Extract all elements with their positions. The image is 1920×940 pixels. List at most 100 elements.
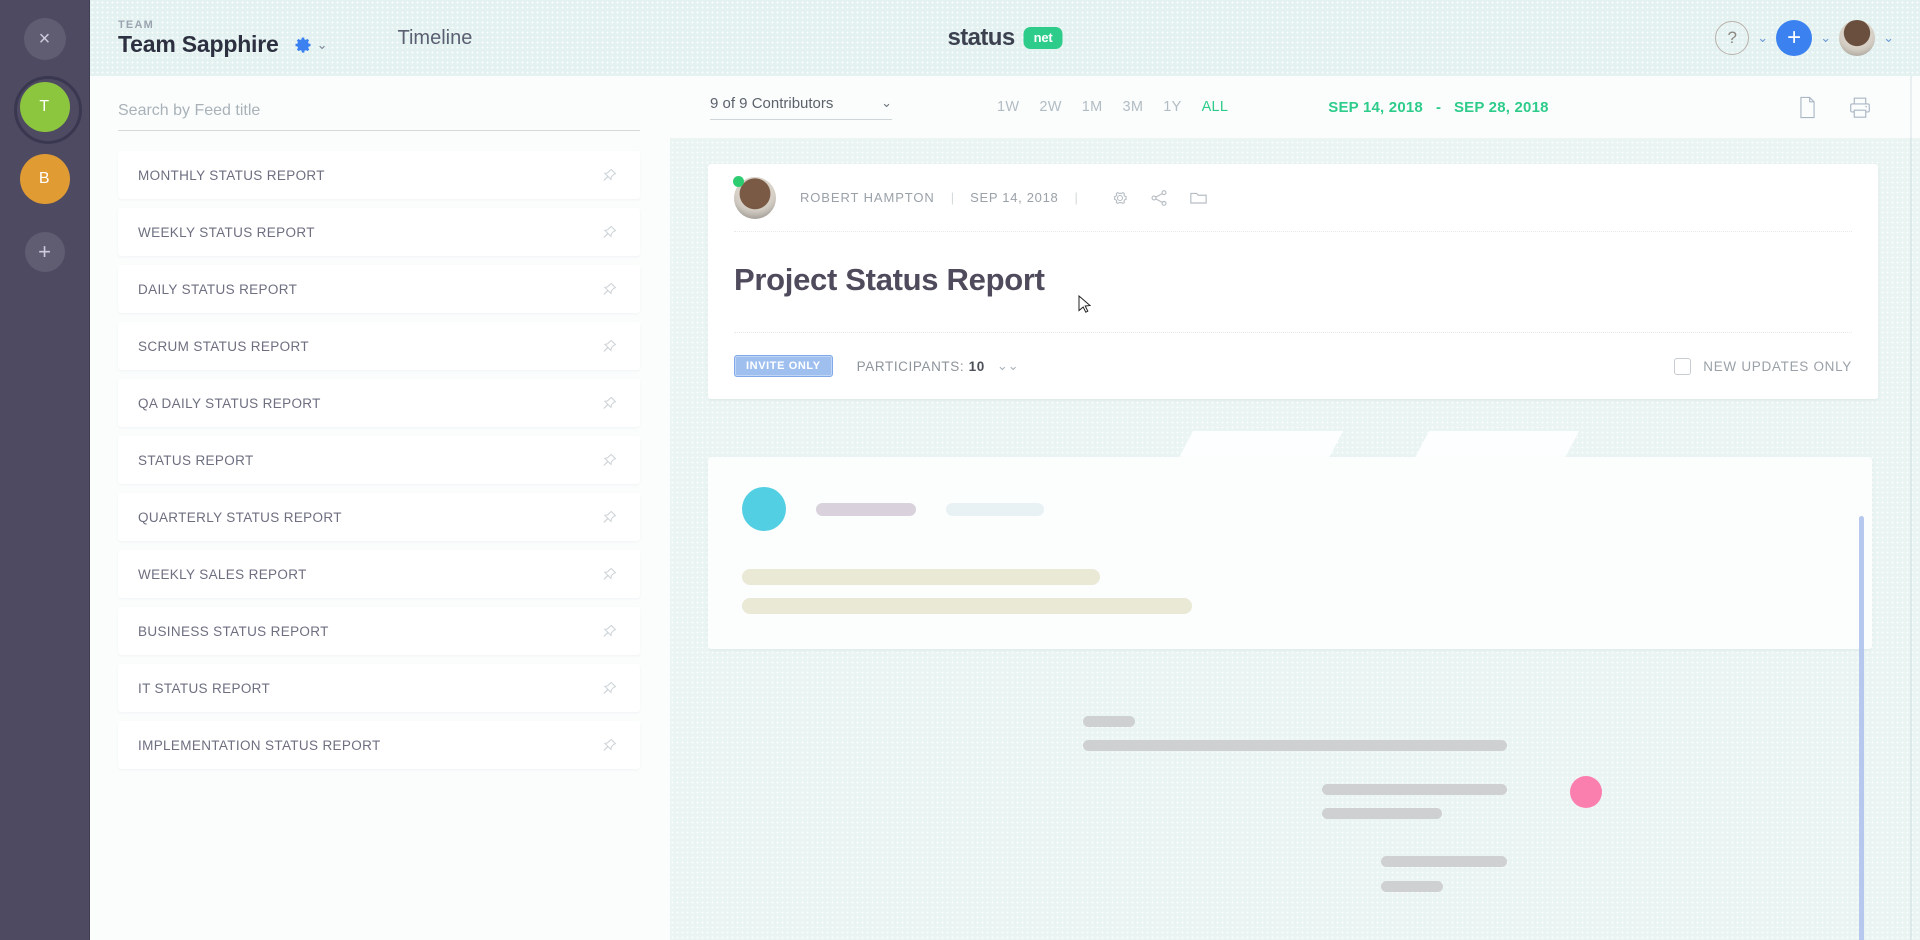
post-date: SEP 14, 2018 — [970, 190, 1058, 205]
pin-icon[interactable] — [601, 281, 618, 298]
top-right-actions: ? ⌄ + ⌄ ⌄ — [1715, 20, 1894, 56]
skeleton-header-row — [742, 487, 1838, 531]
scrollbar-track — [1910, 76, 1912, 940]
team-avatar-t[interactable]: T — [20, 82, 70, 132]
participants-expand-icon[interactable]: ⌄⌄ — [997, 358, 1019, 374]
search-input[interactable] — [118, 98, 640, 131]
range-tab-1m[interactable]: 1M — [1082, 99, 1103, 115]
team-avatar-t-initial: T — [20, 82, 70, 132]
invite-only-badge[interactable]: INVITE ONLY — [734, 355, 833, 377]
pin-icon[interactable] — [601, 338, 618, 355]
feed-list-item[interactable]: QA DAILY STATUS REPORT — [118, 379, 640, 427]
user-chevron-down-icon[interactable]: ⌄ — [1883, 30, 1894, 46]
date-range-dash: - — [1436, 99, 1441, 116]
skeleton-bar — [1083, 740, 1507, 751]
app-logo: status net — [948, 24, 1063, 52]
feed-list-item[interactable]: SCRUM STATUS REPORT — [118, 322, 640, 370]
pin-icon[interactable] — [601, 224, 618, 241]
loading-skeleton-card — [708, 457, 1872, 649]
skeleton-bar — [1322, 784, 1507, 795]
feed-list: MONTHLY STATUS REPORT WEEKLY STATUS REPO… — [90, 151, 670, 769]
skeleton-bar — [816, 503, 916, 516]
skeleton-bar — [1322, 808, 1442, 819]
help-chevron-down-icon[interactable]: ⌄ — [1757, 30, 1768, 46]
contributors-select[interactable]: 9 of 9 Contributors ⌄ — [710, 95, 892, 120]
pin-icon[interactable] — [601, 737, 618, 754]
online-status-icon — [733, 176, 744, 187]
feed-list-item[interactable]: IT STATUS REPORT — [118, 664, 640, 712]
settings-gear-icon[interactable] — [1110, 188, 1130, 208]
feed-list-item[interactable]: IMPLEMENTATION STATUS REPORT — [118, 721, 640, 769]
print-icon[interactable] — [1848, 96, 1872, 119]
participants-text: PARTICIPANTS: — [857, 359, 965, 374]
range-tab-3m[interactable]: 3M — [1122, 99, 1143, 115]
range-tab-1y[interactable]: 1Y — [1163, 99, 1181, 115]
nav-timeline[interactable]: Timeline — [398, 27, 473, 50]
skeleton-bar — [1381, 881, 1443, 892]
feed-list-item[interactable]: BUSINESS STATUS REPORT — [118, 607, 640, 655]
team-eyebrow-label: TEAM — [118, 19, 279, 31]
range-tab-1w[interactable]: 1W — [997, 99, 1019, 115]
feed-list-item[interactable]: DAILY STATUS REPORT — [118, 265, 640, 313]
author-avatar[interactable] — [734, 177, 776, 219]
close-icon[interactable]: × — [24, 18, 66, 60]
feed-item-title: SCRUM STATUS REPORT — [138, 339, 309, 354]
meta-separator: | — [951, 190, 954, 205]
app-root: × T B + TEAM Team Sapphire ⌄ Timeline — [0, 0, 1920, 940]
main-content: 9 of 9 Contributors ⌄ 1W 2W 1M 3M 1Y ALL… — [670, 76, 1920, 940]
skeleton-avatar — [742, 487, 786, 531]
feed-list-item[interactable]: QUARTERLY STATUS REPORT — [118, 493, 640, 541]
export-document-icon[interactable] — [1797, 96, 1818, 119]
pin-icon[interactable] — [601, 509, 618, 526]
new-updates-only-toggle[interactable]: NEW UPDATES ONLY — [1674, 358, 1852, 375]
skeleton-bar — [742, 598, 1192, 614]
create-chevron-down-icon[interactable]: ⌄ — [1820, 30, 1831, 46]
team-name: Team Sapphire — [118, 31, 279, 58]
team-avatar-b[interactable]: B — [20, 154, 70, 204]
feed-item-title: DAILY STATUS REPORT — [138, 282, 297, 297]
user-avatar[interactable] — [1839, 20, 1875, 56]
left-rail: × T B + — [0, 0, 90, 940]
top-bar: TEAM Team Sapphire ⌄ Timeline status net… — [90, 0, 1920, 76]
team-block: TEAM Team Sapphire ⌄ — [118, 19, 328, 58]
add-team-button[interactable]: + — [25, 232, 65, 272]
pin-icon[interactable] — [601, 680, 618, 697]
range-tabs: 1W 2W 1M 3M 1Y ALL — [997, 99, 1228, 115]
date-to[interactable]: SEP 28, 2018 — [1454, 99, 1549, 116]
range-tab-2w[interactable]: 2W — [1039, 99, 1061, 115]
logo-wordmark: status — [948, 24, 1015, 52]
post-title: Project Status Report — [734, 232, 1852, 333]
help-icon[interactable]: ? — [1715, 21, 1749, 55]
range-tab-all[interactable]: ALL — [1202, 99, 1229, 115]
feed-list-item[interactable]: WEEKLY STATUS REPORT — [118, 208, 640, 256]
folder-icon[interactable] — [1188, 188, 1209, 208]
date-from[interactable]: SEP 14, 2018 — [1328, 99, 1423, 116]
feed-item-title: QA DAILY STATUS REPORT — [138, 396, 321, 411]
feed-pane: MONTHLY STATUS REPORT WEEKLY STATUS REPO… — [90, 76, 670, 940]
pin-icon[interactable] — [601, 167, 618, 184]
pin-icon[interactable] — [601, 623, 618, 640]
logo-badge: net — [1024, 27, 1063, 49]
share-icon[interactable] — [1149, 188, 1169, 208]
chevron-down-icon: ⌄ — [881, 95, 892, 111]
pin-icon[interactable] — [601, 395, 618, 412]
pin-icon[interactable] — [601, 566, 618, 583]
feed-item-title: WEEKLY STATUS REPORT — [138, 225, 315, 240]
team-chevron-down-icon[interactable]: ⌄ — [317, 37, 328, 53]
new-updates-checkbox[interactable] — [1674, 358, 1691, 375]
feed-list-item[interactable]: MONTHLY STATUS REPORT — [118, 151, 640, 199]
pin-icon[interactable] — [601, 452, 618, 469]
skeleton-bar — [1083, 716, 1135, 727]
create-new-button[interactable]: + — [1776, 20, 1812, 56]
author-name: ROBERT HAMPTON — [800, 190, 935, 205]
feed-list-item[interactable]: STATUS REPORT — [118, 436, 640, 484]
feed-list-item[interactable]: WEEKLY SALES REPORT — [118, 550, 640, 598]
gear-icon[interactable] — [293, 35, 313, 55]
scrollbar-thumb[interactable] — [1859, 516, 1864, 940]
skeleton-bar — [1381, 856, 1507, 867]
feed-item-title: WEEKLY SALES REPORT — [138, 567, 307, 582]
contributors-value: 9 of 9 Contributors — [710, 95, 833, 112]
new-updates-label: NEW UPDATES ONLY — [1703, 359, 1852, 374]
date-range: SEP 14, 2018 - SEP 28, 2018 — [1328, 99, 1548, 116]
toolbar-icons — [1797, 96, 1872, 119]
